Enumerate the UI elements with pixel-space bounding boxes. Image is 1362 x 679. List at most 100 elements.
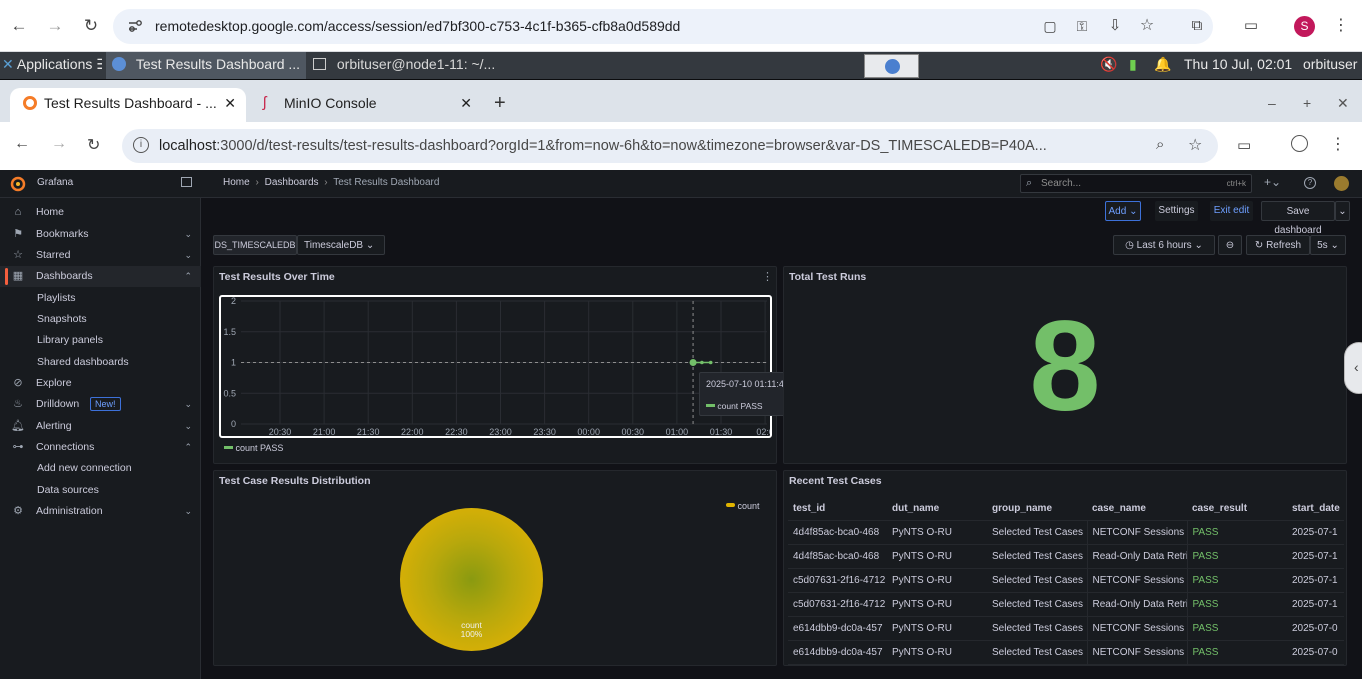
column-header[interactable]: group_name [987, 498, 1087, 521]
help-icon[interactable]: ? [1304, 177, 1316, 189]
panel-recent-test-cases[interactable]: Recent Test Cases test_id dut_name group_n… [783, 470, 1347, 666]
close-window-icon[interactable]: ✕ [1337, 88, 1349, 122]
nav-connections[interactable]: ⊶ Connections ⌃ [0, 437, 201, 458]
time-range-picker[interactable]: ◷ Last 6 hours ⌄ [1113, 235, 1215, 255]
nav-dashboards[interactable]: ▦ Dashboards ⌃ [0, 266, 201, 287]
column-header[interactable]: case_result [1187, 498, 1287, 521]
applications-menu[interactable]: ✕ Applications ☰ [2, 52, 102, 79]
nav-data-sources[interactable]: Data sources [0, 480, 201, 501]
table-row[interactable]: 4d4f85ac-bca0-468 PyNTS O-RU Selected Test… [788, 520, 1344, 545]
nav-explore[interactable]: ⊘ Explore [0, 373, 201, 394]
info-icon[interactable]: i [133, 137, 149, 153]
y-tick-label: 2 [231, 297, 236, 306]
legend-item[interactable]: count PASS [224, 443, 283, 453]
reload-icon[interactable]: ↻ [79, 14, 103, 38]
reload-icon[interactable]: ↻ [87, 135, 100, 155]
nav-add-new-connection[interactable]: Add new connection [0, 458, 201, 479]
side-panel-handle[interactable]: ‹ [1344, 342, 1362, 394]
table-row[interactable]: e614dbb9-dc0a-457 PyNTS O-RU Selected Test… [788, 640, 1344, 665]
tab-search-icon[interactable]: ▭ [1239, 14, 1263, 38]
breadcrumb-dashboards[interactable]: Dashboards [265, 177, 319, 188]
menu-dots-icon[interactable]: ⋮ [1330, 134, 1346, 154]
table-row[interactable]: c5d07631-2f16-4712 PyNTS O-RU Selected Tes… [788, 592, 1344, 617]
zoom-icon[interactable]: ⌕ [1156, 136, 1164, 153]
taskbar-window-dashboard[interactable]: Test Results Dashboard ... [106, 52, 306, 79]
key-icon[interactable]: ⚿ [1070, 14, 1094, 38]
nav-snapshots[interactable]: Snapshots [0, 309, 201, 330]
menu-dots-icon[interactable]: ⋮ [1329, 14, 1353, 38]
nav-library-panels[interactable]: Library panels [0, 330, 201, 351]
profile-avatar[interactable]: S [1294, 16, 1315, 37]
panel-test-results-over-time[interactable]: Test Results Over Time ⋮ 2 1.5 1 0.5 0 20:30 2… [213, 266, 806, 464]
back-icon[interactable]: ← [14, 135, 30, 153]
panel-title: Total Test Runs [789, 271, 867, 283]
install-icon[interactable]: ⇩ [1103, 14, 1127, 38]
taskbar-window-terminal[interactable]: orbituser@node1-11: ~/... [308, 52, 508, 79]
legend-item[interactable]: count [726, 501, 760, 511]
nav-alerting[interactable]: 🔔︎ Alerting ⌄ [0, 416, 201, 437]
workspace-switcher[interactable] [864, 54, 919, 78]
variable-select[interactable]: TimescaleDB ⌄ [297, 235, 385, 255]
notifications-bell-icon[interactable]: 🔔 [1154, 52, 1171, 79]
grafana-logo-icon[interactable] [10, 176, 26, 192]
profile-icon[interactable] [1291, 135, 1308, 152]
mute-icon[interactable]: 🔇 [1100, 52, 1117, 79]
table-row[interactable]: e614dbb9-dc0a-457 PyNTS O-RU Selected Test… [788, 616, 1344, 641]
nav-bookmarks[interactable]: ⚑ Bookmarks ⌄ [0, 224, 201, 245]
chevron-down-icon: ⌄ [184, 250, 192, 260]
tab-test-results-dashboard[interactable]: Test Results Dashboard - ... ✕ [10, 88, 246, 122]
settings-button[interactable]: Settings [1155, 201, 1198, 221]
save-options-chevron-icon[interactable]: ⌄ [1335, 201, 1350, 221]
clock[interactable]: Thu 10 Jul, 02:01 [1184, 52, 1292, 79]
panel-total-test-runs[interactable]: Total Test Runs 8 [783, 266, 1347, 464]
table-cell: PASS [1186, 520, 1287, 545]
user-avatar[interactable] [1334, 176, 1349, 191]
nav-drilldown[interactable]: ♨ Drilldown New! ⌄ [0, 394, 201, 415]
new-tab-button[interactable]: + [494, 88, 506, 122]
site-settings-icon[interactable] [127, 19, 143, 33]
new-plus-icon[interactable]: +⌄ [1264, 175, 1281, 189]
nav-playlists[interactable]: Playlists [0, 288, 201, 309]
dock-menu-icon[interactable] [181, 177, 192, 187]
search-shortcut: ctrl+k [1226, 179, 1246, 188]
chart-area[interactable]: 2 1.5 1 0.5 0 20:30 21:00 21:30 22:00 22:30 23:00 2… [219, 295, 774, 438]
refresh-button[interactable]: ↻ Refresh [1246, 235, 1310, 255]
column-header[interactable]: test_id [788, 498, 887, 521]
column-header[interactable]: dut_name [887, 498, 987, 521]
table-row[interactable]: c5d07631-2f16-4712 PyNTS O-RU Selected Tes… [788, 568, 1344, 593]
close-tab-icon[interactable]: ✕ [460, 88, 472, 118]
minimize-icon[interactable]: – [1268, 88, 1276, 122]
nav-administration[interactable]: ⚙ Administration ⌄ [0, 501, 201, 522]
timeseries-chart[interactable]: 2 1.5 1 0.5 0 20:30 21:00 21:30 22:00 22:30 23:00 2… [221, 296, 773, 437]
close-tab-icon[interactable]: ✕ [224, 88, 236, 118]
user-menu[interactable]: orbituser [1303, 52, 1362, 79]
forward-icon[interactable]: → [43, 14, 67, 38]
search-input[interactable]: ⌕ Search... ctrl+k [1020, 174, 1252, 193]
battery-icon[interactable]: ▮ [1129, 52, 1137, 79]
panel-menu-icon[interactable]: ⋮ [762, 270, 773, 283]
breadcrumb-home[interactable]: Home [223, 177, 250, 188]
refresh-interval-select[interactable]: 5s ⌄ [1310, 235, 1346, 255]
bookmark-star-icon[interactable]: ☆ [1188, 135, 1202, 155]
bookmark-star-icon[interactable]: ☆ [1135, 14, 1159, 38]
back-icon[interactable]: ← [7, 14, 31, 38]
tooltip-series: count PASS [706, 401, 763, 411]
add-button[interactable]: Add ⌄ [1105, 201, 1141, 221]
nav-shared-dashboards[interactable]: Shared dashboards [0, 352, 201, 373]
forward-icon[interactable]: → [51, 135, 67, 153]
nav-home[interactable]: ⌂ Home [0, 202, 201, 223]
column-header[interactable]: case_name [1087, 498, 1187, 521]
column-header[interactable]: start_date [1287, 498, 1344, 521]
inner-address-bar[interactable]: i localhost:3000/d/test-results/test-res… [122, 129, 1218, 163]
exit-edit-button[interactable]: Exit edit [1210, 201, 1253, 221]
save-dashboard-button[interactable]: Save dashboard [1261, 201, 1335, 236]
maximize-icon[interactable]: + [1303, 88, 1311, 122]
panel-test-case-results-distribution[interactable]: Test Case Results Distribution count cou… [213, 470, 777, 666]
clipboard-icon[interactable]: ▢ [1038, 14, 1062, 38]
zoom-out-icon[interactable]: ⊖ [1218, 235, 1242, 255]
nav-starred[interactable]: ☆ Starred ⌄ [0, 245, 201, 266]
extensions-icon[interactable]: ⧉ [1185, 14, 1209, 38]
tab-minio-console[interactable]: ʃ MinIO Console ✕ [252, 88, 482, 122]
tab-search-icon[interactable]: ▭ [1237, 136, 1251, 154]
table-row[interactable]: 4d4f85ac-bca0-468 PyNTS O-RU Selected Test… [788, 544, 1344, 569]
